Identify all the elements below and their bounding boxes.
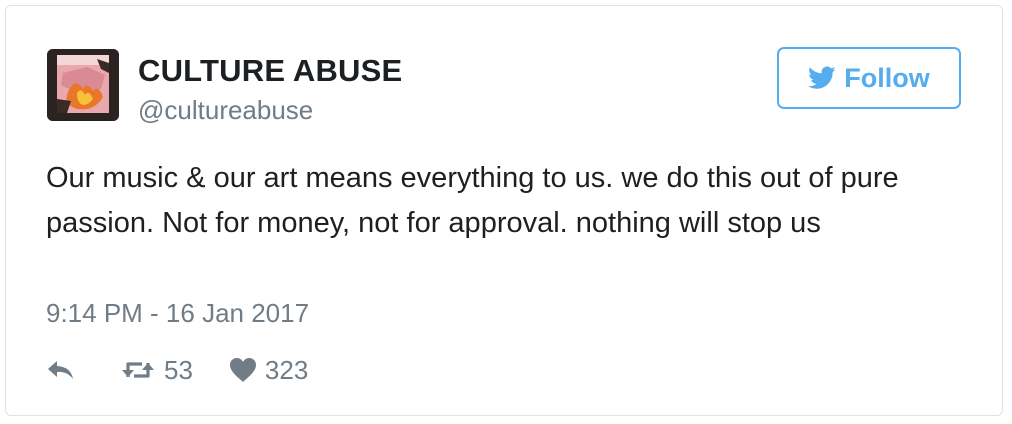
twitter-bird-icon (808, 66, 836, 89)
retweet-icon (122, 362, 154, 378)
avatar-image (47, 49, 119, 121)
tweet-card: CULTURE ABUSE @cultureabuse Follow Our m… (5, 5, 1003, 416)
display-name[interactable]: CULTURE ABUSE (138, 53, 402, 89)
like-count: 323 (264, 354, 309, 385)
follow-button[interactable]: Follow (777, 47, 961, 109)
tweet-actions: 53 323 (46, 350, 308, 390)
like-button[interactable]: 323 (229, 355, 308, 386)
retweet-button[interactable]: 53 (120, 355, 193, 386)
tweet-text: Our music & our art means everything to … (46, 162, 899, 239)
user-handle[interactable]: @cultureabuse (138, 95, 313, 126)
retweet-count: 53 (164, 354, 193, 385)
follow-button-label: Follow (844, 62, 930, 93)
avatar[interactable] (47, 49, 119, 121)
heart-icon (229, 358, 256, 382)
tweet-timestamp[interactable]: 9:14 PM - 16 Jan 2017 (46, 298, 309, 329)
reply-icon (48, 361, 73, 379)
reply-button[interactable] (46, 358, 82, 382)
